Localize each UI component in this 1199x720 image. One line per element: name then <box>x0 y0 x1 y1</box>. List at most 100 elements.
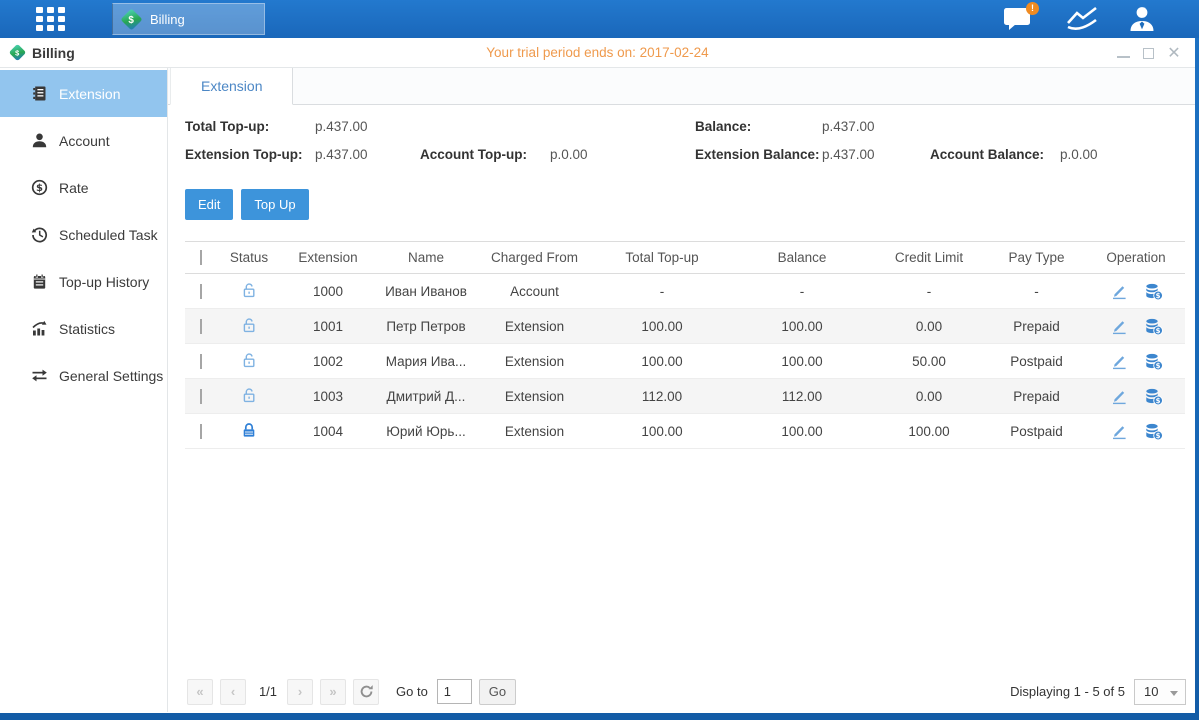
extension-topup-value: p.437.00 <box>315 147 420 162</box>
table-row-1003: 1003Дмитрий Д...Extension112.00112.000.0… <box>185 379 1185 414</box>
edit-row-icon[interactable] <box>1110 352 1128 370</box>
go-button[interactable]: Go <box>479 679 516 705</box>
tab-extension[interactable]: Extension <box>170 68 293 105</box>
balance-cell: - <box>732 284 872 299</box>
sidebar-item-label: Top-up History <box>59 274 149 290</box>
user-account-icon[interactable] <box>1127 5 1161 33</box>
pay-type-cell: Prepaid <box>986 319 1087 334</box>
name-cell: Петр Петров <box>375 319 477 334</box>
account-icon <box>31 132 48 149</box>
extension-cell: 1004 <box>281 424 375 439</box>
charged-from-cell: Extension <box>477 354 592 369</box>
svg-text:$: $ <box>1155 292 1160 300</box>
sidebar-item-label: Scheduled Task <box>59 227 158 243</box>
sidebar-item-rate[interactable]: $Rate <box>0 164 167 211</box>
unlocked-icon <box>240 351 258 372</box>
locked-icon <box>240 421 258 442</box>
sidebar-item-extension[interactable]: Extension <box>0 70 167 117</box>
tab-label: Extension <box>201 78 262 94</box>
top-up-row-icon[interactable]: $ <box>1144 317 1163 335</box>
top-up-row-icon[interactable]: $ <box>1144 352 1163 370</box>
total-topup-cell: 100.00 <box>592 354 732 369</box>
edit-button[interactable]: Edit <box>185 189 233 220</box>
table-row-1002: 1002Мария Ива...Extension100.00100.0050.… <box>185 344 1185 379</box>
displaying-text: Displaying 1 - 5 of 5 <box>1010 684 1125 699</box>
credit-limit-cell: 0.00 <box>872 319 986 334</box>
close-icon[interactable]: ✕ <box>1167 46 1181 60</box>
first-page-icon[interactable]: « <box>187 679 213 705</box>
svg-text:$: $ <box>1155 362 1160 370</box>
top-up-row-icon[interactable]: $ <box>1144 387 1163 405</box>
last-page-icon[interactable]: » <box>320 679 346 705</box>
svg-text:$: $ <box>1155 397 1160 405</box>
topup-history-icon <box>31 273 48 290</box>
taskbar-tab-label: Billing <box>150 12 185 27</box>
svg-text:$: $ <box>1155 432 1160 440</box>
page-indicator: 1/1 <box>255 684 281 699</box>
extension-icon <box>31 85 48 102</box>
sidebar-item-label: General Settings <box>59 368 163 384</box>
edit-row-icon[interactable] <box>1110 282 1128 300</box>
column-header-charged-from[interactable]: Charged From <box>477 250 592 265</box>
next-page-icon[interactable]: › <box>287 679 313 705</box>
statistics-chart-icon[interactable] <box>1065 5 1099 33</box>
column-header-credit-limit[interactable]: Credit Limit <box>872 250 986 265</box>
column-header-status[interactable]: Status <box>217 250 281 265</box>
page-size-value: 10 <box>1144 684 1158 699</box>
apps-grid-icon[interactable] <box>36 7 70 32</box>
column-header-operation[interactable]: Operation <box>1087 250 1185 265</box>
prev-page-icon[interactable]: ‹ <box>220 679 246 705</box>
table-row-1000: 1000Иван ИвановAccount----$ <box>185 274 1185 309</box>
refresh-icon[interactable] <box>353 679 379 705</box>
column-header-extension[interactable]: Extension <box>281 250 375 265</box>
edit-row-icon[interactable] <box>1110 422 1128 440</box>
pay-type-cell: Postpaid <box>986 424 1087 439</box>
sidebar-item-scheduled-task[interactable]: Scheduled Task <box>0 211 167 258</box>
edit-row-icon[interactable] <box>1110 317 1128 335</box>
svg-text:$: $ <box>1155 327 1160 335</box>
sidebar-item-statistics[interactable]: Statistics <box>0 305 167 352</box>
taskbar-tab-billing[interactable]: $ Billing <box>112 3 265 35</box>
notification-badge: ! <box>1026 2 1039 15</box>
row-checkbox[interactable] <box>200 284 202 299</box>
extension-cell: 1001 <box>281 319 375 334</box>
row-checkbox[interactable] <box>200 389 202 404</box>
top-up-button[interactable]: Top Up <box>241 189 308 220</box>
select-all-checkbox[interactable] <box>200 250 202 265</box>
sidebar-item-general-settings[interactable]: General Settings <box>0 352 167 399</box>
goto-page-input[interactable] <box>437 679 472 704</box>
top-up-row-icon[interactable]: $ <box>1144 282 1163 300</box>
balance-label: Balance: <box>695 119 822 134</box>
page-size-select[interactable]: 10 <box>1134 679 1186 705</box>
notifications-icon[interactable]: ! <box>1003 5 1037 33</box>
credit-limit-cell: 100.00 <box>872 424 986 439</box>
column-header-total-top-up[interactable]: Total Top-up <box>592 250 732 265</box>
sidebar-item-top-up-history[interactable]: Top-up History <box>0 258 167 305</box>
sidebar-item-account[interactable]: Account <box>0 117 167 164</box>
credit-limit-cell: 0.00 <box>872 389 986 404</box>
minimize-icon[interactable] <box>1117 49 1130 58</box>
column-header-name[interactable]: Name <box>375 250 477 265</box>
account-balance-value: p.0.00 <box>1060 147 1195 162</box>
sidebar-item-label: Extension <box>59 86 120 102</box>
total-topup-cell: 100.00 <box>592 319 732 334</box>
table-header: StatusExtensionNameCharged FromTotal Top… <box>185 241 1185 274</box>
edit-row-icon[interactable] <box>1110 387 1128 405</box>
name-cell: Иван Иванов <box>375 284 477 299</box>
account-topup-value: p.0.00 <box>550 147 695 162</box>
extension-table: StatusExtensionNameCharged FromTotal Top… <box>185 241 1185 449</box>
extension-cell: 1003 <box>281 389 375 404</box>
row-checkbox[interactable] <box>200 319 202 334</box>
total-topup-cell: - <box>592 284 732 299</box>
charged-from-cell: Extension <box>477 319 592 334</box>
row-checkbox[interactable] <box>200 354 202 369</box>
name-cell: Юрий Юрь... <box>375 424 477 439</box>
chevron-down-icon <box>1170 691 1178 696</box>
column-header-balance[interactable]: Balance <box>732 250 872 265</box>
top-up-row-icon[interactable]: $ <box>1144 422 1163 440</box>
maximize-icon[interactable] <box>1143 48 1154 59</box>
sidebar-item-label: Rate <box>59 180 89 196</box>
desktop: { "taskbar": { "app_tab_label": "Billing… <box>0 0 1199 720</box>
column-header-pay-type[interactable]: Pay Type <box>986 250 1087 265</box>
row-checkbox[interactable] <box>200 424 202 439</box>
